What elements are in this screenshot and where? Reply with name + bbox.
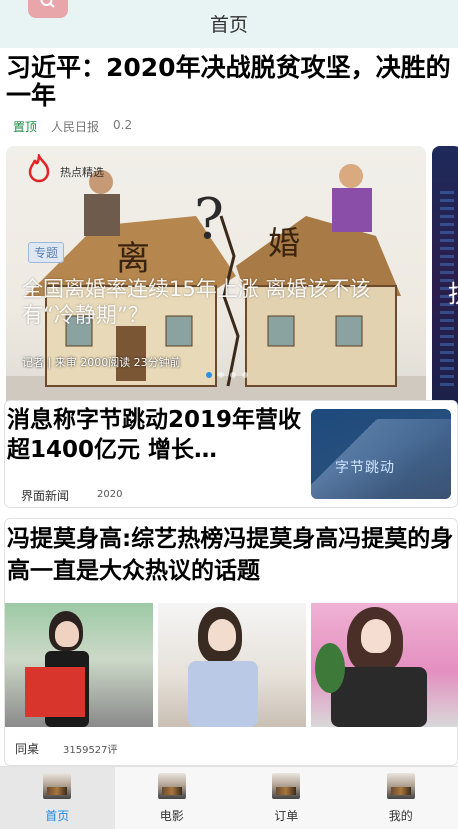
news-card-gallery <box>5 603 458 727</box>
person-body <box>188 661 258 727</box>
nav-home[interactable]: 首页 <box>0 767 115 829</box>
person-face <box>55 621 79 647</box>
movie-icon <box>157 773 186 799</box>
news-card[interactable]: 消息称字节跳动2019年营收超1400亿元 增长… 界面新闻 2020 字节跳动 <box>4 400 458 508</box>
news-card-source: 同桌 <box>15 742 40 756</box>
person-body <box>331 667 427 727</box>
news-card-title[interactable]: 消息称字节跳动2019年营收超1400亿元 增长… <box>7 405 303 465</box>
hot-picks-label: 热点精选 <box>60 166 104 179</box>
nav-label: 电影 <box>159 809 184 823</box>
nav-movies[interactable]: 电影 <box>115 767 230 829</box>
news-card[interactable]: 冯提莫身高:综艺热榜冯提莫身高冯提莫的身高一直是大众热议的话题 同桌 31595… <box>4 518 458 766</box>
thumbnail-sign: 字节跳动 <box>335 460 395 476</box>
profile-icon <box>386 773 415 799</box>
topic-tag[interactable]: 专题 <box>28 242 65 263</box>
pinned-badge: 置顶 <box>13 120 38 134</box>
carousel-next-slide[interactable]: 抗 <box>432 146 458 442</box>
person-face <box>361 619 391 653</box>
top-story-title[interactable]: 习近平：2020年决战脱贫攻坚，决胜的一年 <box>6 54 452 110</box>
carousel-title[interactable]: 全国离婚率连续15年上涨 离婚该不该有“冷静期”？ <box>22 276 412 328</box>
gallery-image[interactable] <box>5 603 153 727</box>
leaf-shape <box>315 643 345 693</box>
carousel-dot[interactable] <box>206 372 212 378</box>
red-banner <box>25 667 85 717</box>
person-face <box>208 619 236 651</box>
news-card-title[interactable]: 冯提莫身高:综艺热榜冯提莫身高冯提莫的身高一直是大众热议的话题 <box>7 523 455 587</box>
carousel-dot[interactable] <box>218 372 224 378</box>
comment-count: 3159527评 <box>63 745 118 756</box>
top-story-score: 0.2 <box>113 118 133 132</box>
roof-word-right: 婚 <box>268 224 300 262</box>
nav-label: 我的 <box>388 809 413 823</box>
carousel-dots <box>206 372 248 378</box>
carousel-slide[interactable]: ? 离 婚 热点精选 专题 全国离婚率连续15年上涨 离婚该不该有“冷静期”？ … <box>6 146 426 442</box>
carousel-meta: 记者 | 来审 2000阅读 23分钟前 <box>22 356 181 369</box>
home-icon <box>43 773 72 799</box>
nav-profile[interactable]: 我的 <box>344 767 458 829</box>
news-card-source: 界面新闻 <box>21 489 70 503</box>
news-card-thumbnail[interactable]: 字节跳动 <box>311 409 451 499</box>
bottom-nav: 首页 电影 订单 我的 <box>0 766 458 829</box>
fire-icon <box>28 154 50 183</box>
orders-icon <box>272 773 301 799</box>
nav-label: 订单 <box>274 809 299 823</box>
news-feed[interactable]: 习近平：2020年决战脱贫攻坚，决胜的一年 置顶 人民日报 0.2 ? 离 婚 … <box>0 48 458 766</box>
gallery-image[interactable] <box>158 603 306 727</box>
next-slide-char: 抗 <box>448 274 458 309</box>
app-header: 首页 <box>0 0 458 48</box>
carousel-dot[interactable] <box>230 372 236 378</box>
top-story-meta: 置顶 人民日报 0.2 <box>13 118 132 135</box>
news-card-year: 2020 <box>97 489 123 500</box>
nav-orders[interactable]: 订单 <box>229 767 344 829</box>
roof-word-left: 离 <box>116 239 150 279</box>
carousel-dot[interactable] <box>242 372 248 378</box>
nav-label: 首页 <box>45 809 70 823</box>
gallery-image[interactable] <box>311 603 458 727</box>
svg-text:?: ? <box>194 187 224 252</box>
top-story-source: 人民日报 <box>51 120 100 134</box>
page-title: 首页 <box>209 14 248 36</box>
